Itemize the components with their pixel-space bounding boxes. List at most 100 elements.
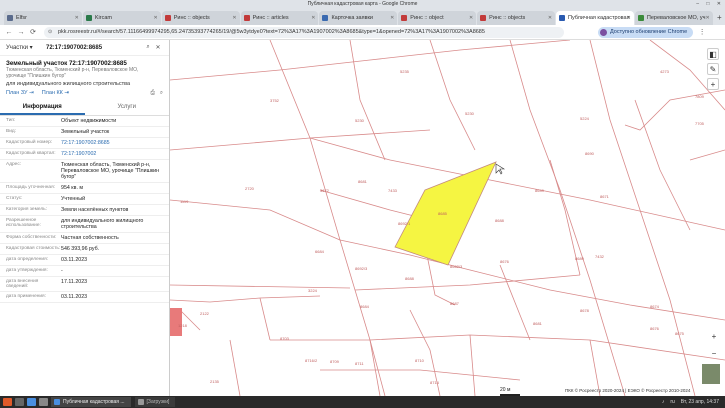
zoom-in-button[interactable]: + <box>707 78 719 90</box>
plan-zu-link[interactable]: План ЗУ ⇥ <box>6 90 34 97</box>
parcel-label: 8681 <box>533 321 543 326</box>
tab-services[interactable]: Услуги <box>85 101 170 115</box>
task-downloads[interactable]: [Загрузки] <box>134 397 176 407</box>
property-key: Кадастровая стоимость: <box>6 246 61 251</box>
tab-information[interactable]: Информация <box>0 101 85 115</box>
url-text: pkk.rosreestr.ru/#/search/57.11166499974… <box>58 28 485 35</box>
tab-label: Карточка заявки <box>331 15 373 21</box>
measure-icon[interactable]: ✎ <box>707 63 719 75</box>
property-row: Вид: Земельный участок <box>0 127 169 138</box>
parcel-label: 7432 <box>595 254 605 259</box>
site-info-icon[interactable]: ⊙ <box>48 27 52 38</box>
browser-tab[interactable]: Elfsr ✕ <box>4 11 82 25</box>
zoom-in-button-bottom[interactable]: + <box>709 332 719 341</box>
minimize-button[interactable]: – <box>696 1 699 7</box>
clock[interactable]: Вт, 23 апр, 14:37 <box>681 399 719 405</box>
search-icon[interactable]: ⌕ <box>143 44 153 51</box>
object-address: Тюменская область, Тюменский р-н, Перева… <box>6 67 139 79</box>
parcel-label: 8676 <box>500 259 510 264</box>
tab-close-icon[interactable]: ✕ <box>548 11 552 25</box>
tab-close-icon[interactable]: ✕ <box>311 11 315 25</box>
search-type-dropdown[interactable]: Участки ▾ <box>6 44 46 51</box>
highlighted-parcel[interactable] <box>170 308 182 336</box>
parcel-label: 8684 <box>360 304 370 309</box>
tab-favicon-icon <box>322 15 329 21</box>
tab-close-icon[interactable]: ✕ <box>232 11 236 25</box>
tab-close-icon[interactable]: ✕ <box>390 11 394 25</box>
property-row: Кадастровый квартал: 72:17:1907002 <box>0 149 169 160</box>
tab-label: Публичная кадастровая <box>568 15 630 21</box>
cadastral-map[interactable]: 5235 3752 5230 5230 5224 4273 7809 2720 1119 3672… <box>170 40 725 396</box>
menu-icon[interactable]: ⋮ <box>697 28 707 36</box>
tab-favicon-icon <box>480 15 487 21</box>
object-use: для индивидуального жилищного строительс… <box>6 81 131 87</box>
zoom-to-icon[interactable]: ⌕ <box>160 90 163 97</box>
task-chrome[interactable]: Публичная кадастровая ... <box>51 397 131 407</box>
property-key: Разрешенное использование: <box>6 218 41 228</box>
os-taskbar: Публичная кадастровая ... [Загрузки] ♪ r… <box>0 396 725 408</box>
property-key: Вид: <box>6 129 17 134</box>
maximize-button[interactable]: □ <box>706 1 709 7</box>
print-icon[interactable]: ⎙ <box>151 90 155 97</box>
property-row: Форма собственности: Частная собственност… <box>0 233 169 244</box>
browser-tab[interactable]: Переваловское МО, уч ✕ <box>634 11 713 25</box>
browser-tab[interactable]: Ринс :: articles ✕ <box>240 11 319 25</box>
back-icon[interactable]: ← <box>4 29 14 36</box>
browser-tab[interactable]: Ринс :: objects ✕ <box>477 11 556 25</box>
forward-icon[interactable]: → <box>16 29 26 36</box>
volume-icon[interactable]: ♪ <box>662 399 665 405</box>
layers-icon[interactable]: ◧ <box>707 48 719 60</box>
tab-favicon-icon <box>401 15 408 21</box>
parcel-label: 8681 <box>358 179 368 184</box>
basemap-thumbnail[interactable] <box>701 363 721 385</box>
parcel-label: 8716/2 <box>305 358 318 363</box>
new-tab-button[interactable]: + <box>714 11 725 25</box>
plan-kk-link[interactable]: План КК ⇥ <box>42 90 69 97</box>
property-value: Земельный участок <box>61 129 110 135</box>
parcel-label: 8671 <box>600 194 610 199</box>
tab-label: Ринс :: objects <box>489 15 526 21</box>
map-tools: ◧ ✎ + <box>707 48 721 93</box>
address-bar[interactable]: ⊙ pkk.rosreestr.ru/#/search/57.111664999… <box>44 26 564 38</box>
browser-tab[interactable]: Ринс :: object ✕ <box>398 11 477 25</box>
parcel-label: 8687 <box>450 301 460 306</box>
property-key: Кадастровый квартал: <box>6 151 56 156</box>
parcel-label: 7433 <box>388 188 398 193</box>
search-input[interactable]: 72:17:1907002:8685 <box>46 45 143 51</box>
browser-tab[interactable]: Kircam ✕ <box>82 11 161 25</box>
window-title: Публичная кадастровая карта - Google Chr… <box>307 1 418 7</box>
start-menu-icon[interactable] <box>3 398 12 406</box>
files-icon[interactable] <box>15 398 24 406</box>
property-value[interactable]: 72:17:1907002 <box>61 151 163 157</box>
tab-label: Kircam <box>94 15 112 21</box>
tab-close-icon[interactable]: ✕ <box>469 11 473 25</box>
close-icon[interactable]: ✕ <box>153 44 163 51</box>
parcel-label: 2135 <box>210 379 220 384</box>
terminal-icon[interactable] <box>39 398 48 406</box>
info-sidebar: Участки ▾ 72:17:1907002:8685 ⌕ ✕ Земельн… <box>0 40 170 396</box>
browser-tab[interactable]: Публичная кадастровая ✕ <box>556 11 634 25</box>
property-row: дата применения: 03.11.2023 <box>0 292 169 303</box>
avatar[interactable] <box>600 28 607 36</box>
reload-icon[interactable]: ⟳ <box>28 28 38 36</box>
property-row: дата определения: 03.11.2023 <box>0 255 169 266</box>
property-row: Площадь уточненная: 954 кв. м <box>0 183 169 194</box>
parcel-label: 6684 <box>315 249 325 254</box>
property-value: Тюменская область, Тюменский р-н, Перева… <box>61 162 160 180</box>
browser-tab[interactable]: Ринс :: objects ✕ <box>161 11 240 25</box>
property-row: дата утверждения: - <box>0 266 169 277</box>
browser-tab[interactable]: Карточка заявки ✕ <box>319 11 398 25</box>
browser-icon[interactable] <box>27 398 36 406</box>
tab-close-icon[interactable]: ✕ <box>627 11 631 25</box>
tab-close-icon[interactable]: ✕ <box>154 11 158 25</box>
property-value: для индивидуального жилищного строительс… <box>61 218 144 230</box>
tab-close-icon[interactable]: ✕ <box>75 11 79 25</box>
zoom-out-button[interactable]: − <box>709 349 719 358</box>
chrome-update-button[interactable]: Доступно обновление Chrome <box>598 26 694 38</box>
map-canvas[interactable]: 5235 3752 5230 5230 5224 4273 7809 2720 1119 3672… <box>170 40 725 396</box>
property-value[interactable]: 72:17:1907002:8685 <box>61 140 163 146</box>
lang-indicator[interactable]: ru <box>670 399 674 405</box>
close-window-button[interactable]: ✕ <box>717 1 721 7</box>
parcel-label: 2122 <box>200 311 210 316</box>
tab-close-icon[interactable]: ✕ <box>706 11 710 25</box>
